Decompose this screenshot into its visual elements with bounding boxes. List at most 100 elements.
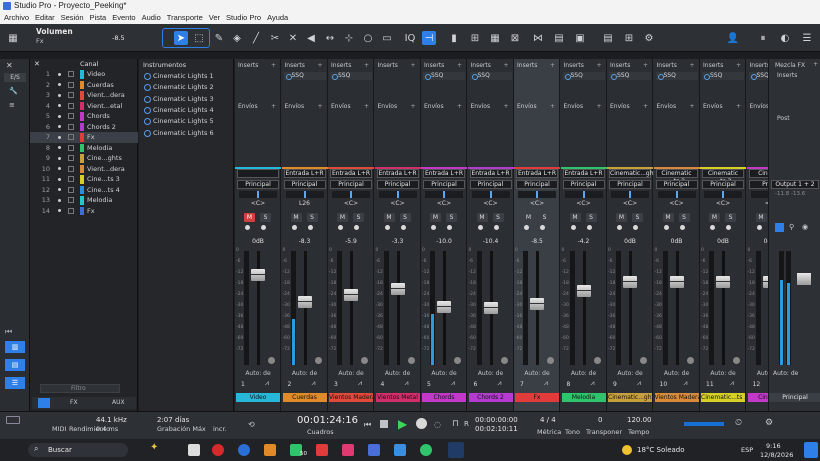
- automation-icon[interactable]: [268, 357, 275, 364]
- pattern-icon[interactable]: ▤: [552, 31, 566, 45]
- paint-tool-icon[interactable]: ╱: [249, 31, 263, 45]
- automation-icon[interactable]: [314, 357, 322, 364]
- instrument-item[interactable]: Cinematic Lights 2: [141, 82, 232, 93]
- monitor-buttons[interactable]: [291, 225, 318, 231]
- widgets-icon[interactable]: ✦: [150, 442, 158, 453]
- pan-value[interactable]: <C>: [468, 200, 514, 207]
- loop-end[interactable]: 00:02:10:11: [475, 425, 518, 433]
- loop-icon[interactable]: ⟲: [248, 420, 255, 429]
- insert-slot[interactable]: SSQ: [423, 72, 465, 80]
- range-tool-icon[interactable]: ⬚: [192, 31, 206, 45]
- stop-icon[interactable]: [380, 420, 388, 428]
- volume-value[interactable]: 0dB: [607, 238, 653, 245]
- inserts-label[interactable]: Inserts: [378, 62, 398, 69]
- automation-icon[interactable]: [686, 357, 694, 364]
- inserts-label[interactable]: Inserts: [750, 62, 770, 69]
- film-icon[interactable]: ▣: [573, 31, 587, 45]
- volume-value[interactable]: 0dB: [654, 238, 700, 245]
- mute-tool-icon[interactable]: ✕: [286, 31, 300, 45]
- output-select[interactable]: Principal: [655, 180, 698, 189]
- layout-icon[interactable]: ▤: [601, 31, 615, 45]
- input-select[interactable]: Entrada L+R: [516, 169, 558, 178]
- pan-slider[interactable]: [657, 191, 696, 198]
- main-output[interactable]: Output 1 + 2: [771, 180, 819, 189]
- channel-name[interactable]: Cinematic...ts 3: [701, 393, 745, 402]
- mute-button[interactable]: M: [755, 213, 767, 222]
- sends-add-icon[interactable]: +: [736, 103, 741, 110]
- automation-mode[interactable]: Auto: de: [282, 370, 328, 377]
- listen-tool-icon[interactable]: ◀: [304, 31, 318, 45]
- mute-button[interactable]: M: [383, 213, 395, 222]
- main-monitor-icon[interactable]: ⚲: [789, 223, 794, 231]
- visibility-icon[interactable]: [58, 114, 61, 118]
- visibility-icon[interactable]: [58, 93, 61, 97]
- mute-button[interactable]: M: [244, 213, 255, 222]
- main-mono-icon[interactable]: [775, 223, 784, 232]
- sends-add-icon[interactable]: +: [504, 103, 509, 110]
- app-icon-2[interactable]: [368, 444, 380, 456]
- param-value[interactable]: -8.5: [112, 34, 125, 42]
- sends-add-icon[interactable]: +: [271, 103, 276, 110]
- youtube-icon[interactable]: [316, 444, 328, 456]
- monitor-buttons[interactable]: [245, 225, 271, 231]
- track-checkbox[interactable]: [68, 165, 74, 172]
- visibility-icon[interactable]: [58, 198, 61, 202]
- instrument-item[interactable]: Cinematic Lights 3: [141, 94, 232, 105]
- track-row[interactable]: 14 Fx: [30, 206, 138, 217]
- pencil-tool-icon[interactable]: ✎: [212, 31, 226, 45]
- channel-name[interactable]: Vientos Madera: [329, 393, 373, 402]
- iq-icon[interactable]: IQ: [403, 31, 417, 45]
- spotify-icon[interactable]: [420, 444, 432, 456]
- pan-slider[interactable]: [611, 191, 649, 198]
- automation-icon[interactable]: [547, 357, 554, 364]
- list-icon[interactable]: ≡: [9, 101, 15, 109]
- pan-value[interactable]: <C>: [561, 200, 607, 207]
- solo-button[interactable]: S: [446, 213, 457, 222]
- insert-slot[interactable]: SSQ: [469, 72, 512, 80]
- instrument-icon[interactable]: ⩘: [591, 379, 595, 388]
- mix-view-icon[interactable]: ⏸: [756, 31, 770, 45]
- automation-mode[interactable]: Auto: de: [514, 370, 560, 377]
- pan-value[interactable]: L26: [282, 200, 328, 207]
- studio-pro-taskbar-icon[interactable]: [448, 442, 464, 458]
- track-row[interactable]: 2 Cuerdas: [30, 80, 138, 91]
- input-select[interactable]: Entrada L+R: [283, 169, 326, 178]
- pan-slider[interactable]: [378, 191, 417, 198]
- track-row[interactable]: 10 Vient...dera: [30, 164, 138, 175]
- output-select[interactable]: Principal: [330, 180, 372, 189]
- inserts-add-icon[interactable]: +: [364, 62, 369, 69]
- solo-button[interactable]: S: [399, 213, 411, 222]
- key-label[interactable]: Tono: [565, 428, 580, 436]
- output-select[interactable]: Principal: [423, 180, 465, 189]
- monitor-buttons[interactable]: [617, 225, 643, 231]
- channel-name[interactable]: Vientos Metal: [375, 393, 420, 402]
- bend-tool-icon[interactable]: ↔: [323, 31, 337, 45]
- menu-0[interactable]: Archivo: [4, 12, 29, 24]
- monitor-buttons[interactable]: [431, 225, 457, 231]
- main-add-icon[interactable]: +: [813, 61, 818, 68]
- inserts-label[interactable]: Inserts: [564, 62, 584, 69]
- instrument-icon[interactable]: ⩘: [684, 379, 688, 388]
- volume-value[interactable]: -10.4: [468, 238, 514, 245]
- sends-add-icon[interactable]: +: [457, 103, 462, 110]
- instrument-icon[interactable]: ⩘: [265, 379, 269, 388]
- instrument-icon[interactable]: ⩘: [637, 379, 641, 388]
- automation-icon[interactable]: [407, 357, 415, 364]
- inserts-label[interactable]: Inserts: [331, 62, 351, 69]
- inserts-add-icon[interactable]: +: [736, 62, 741, 69]
- metronome-volume[interactable]: [684, 422, 724, 426]
- pinterest-icon[interactable]: [212, 444, 224, 456]
- loop-toggle-icon[interactable]: ⊓: [452, 419, 459, 429]
- solo-button[interactable]: S: [353, 213, 364, 222]
- split-icon[interactable]: ▮: [447, 31, 461, 45]
- solo-button[interactable]: S: [306, 213, 318, 222]
- inserts-add-icon[interactable]: +: [690, 62, 695, 69]
- monitor-buttons[interactable]: [710, 225, 736, 231]
- song-icon[interactable]: ◐: [778, 31, 792, 45]
- sends-label[interactable]: Envíos: [331, 103, 351, 110]
- narrow-icon[interactable]: ☰: [5, 377, 25, 389]
- output-select[interactable]: Principal: [516, 180, 558, 189]
- inserts-add-icon[interactable]: +: [504, 62, 509, 69]
- inspector-icon[interactable]: ⊞: [622, 31, 636, 45]
- monitor-buttons[interactable]: [663, 225, 690, 231]
